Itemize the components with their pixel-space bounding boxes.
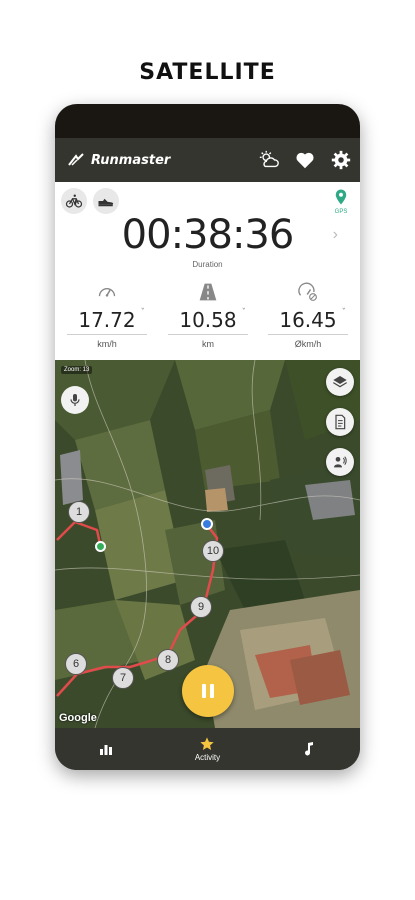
speedometer-icon xyxy=(98,288,116,297)
gps-pin-icon xyxy=(335,189,347,205)
avg-speed-unit: Økm/h xyxy=(294,339,322,349)
bottom-navigation: Activity xyxy=(55,728,360,770)
nav-stats[interactable] xyxy=(71,741,141,757)
microphone-icon xyxy=(70,394,80,406)
distance-metric[interactable]: 10.58 ˇ km xyxy=(168,282,248,349)
music-note-icon xyxy=(305,742,314,756)
map-document-button[interactable] xyxy=(326,408,354,436)
gear-icon[interactable] xyxy=(330,149,352,171)
map-layers-button[interactable] xyxy=(326,368,354,396)
avg-speed-value: 16.45 xyxy=(279,308,337,332)
bicycle-icon xyxy=(65,194,83,208)
gps-status: GPS xyxy=(330,188,352,215)
stats-panel: GPS 00:38:36 Duration › 17.72 ˇ km/h 10.5… xyxy=(55,182,360,360)
km-marker[interactable]: 6 xyxy=(65,653,87,675)
bar-chart-icon xyxy=(99,745,112,755)
cycling-mode-button[interactable] xyxy=(61,188,87,214)
km-marker[interactable]: 10 xyxy=(202,540,224,562)
km-marker[interactable]: 1 xyxy=(68,501,90,523)
app-bar: Runmaster xyxy=(55,138,360,182)
star-icon xyxy=(200,737,215,750)
distance-unit: km xyxy=(202,339,214,349)
duration-value: 00:38:36 xyxy=(121,212,295,258)
chevron-right-icon[interactable]: › xyxy=(333,226,338,244)
road-icon xyxy=(199,283,217,301)
voice-button[interactable] xyxy=(61,386,89,414)
speed-metric[interactable]: 17.72 ˇ km/h xyxy=(67,282,147,349)
distance-value: 10.58 xyxy=(179,308,237,332)
average-speed-icon xyxy=(298,282,317,301)
app-title: Runmaster xyxy=(91,152,171,168)
caret-down-icon: ˇ xyxy=(140,308,146,318)
speaker-person-icon xyxy=(334,456,347,468)
google-attribution: Google xyxy=(59,712,97,724)
caret-down-icon: ˇ xyxy=(341,308,347,318)
nav-activity-label: Activity xyxy=(194,753,221,762)
km-marker[interactable]: 8 xyxy=(157,649,179,671)
speed-unit: km/h xyxy=(97,339,117,349)
running-mode-button[interactable] xyxy=(93,188,119,214)
screenshot-caption: SATELLITE xyxy=(139,60,276,85)
weather-icon[interactable] xyxy=(258,149,280,171)
pause-icon xyxy=(202,684,214,698)
app-logo: Runmaster xyxy=(67,153,170,168)
shoe-icon xyxy=(98,198,114,207)
zoom-level-badge: Zoom: 13 xyxy=(61,366,93,374)
start-point-marker xyxy=(95,541,106,552)
km-marker[interactable]: 9 xyxy=(190,596,212,618)
nav-music[interactable] xyxy=(274,741,344,757)
heart-icon[interactable] xyxy=(294,149,316,171)
caret-down-icon: ˇ xyxy=(241,308,247,318)
avg-speed-metric[interactable]: 16.45 ˇ Økm/h xyxy=(268,282,348,349)
voice-feedback-button[interactable] xyxy=(326,448,354,476)
current-position-marker xyxy=(201,518,213,530)
duration-label: Duration xyxy=(192,260,223,269)
km-marker[interactable]: 7 xyxy=(112,667,134,689)
phone-frame: Runmaster GPS 00:38:36 Duration › 17.72 … xyxy=(55,104,360,770)
nav-activity[interactable]: Activity xyxy=(172,736,242,762)
pause-button[interactable] xyxy=(182,665,234,717)
runner-logo-icon xyxy=(68,153,84,166)
document-icon xyxy=(335,414,346,430)
layers-icon xyxy=(333,376,347,388)
speed-value: 17.72 xyxy=(78,308,136,332)
satellite-map[interactable]: Zoom: 13 1 10 9 8 7 6 Google xyxy=(55,360,360,728)
